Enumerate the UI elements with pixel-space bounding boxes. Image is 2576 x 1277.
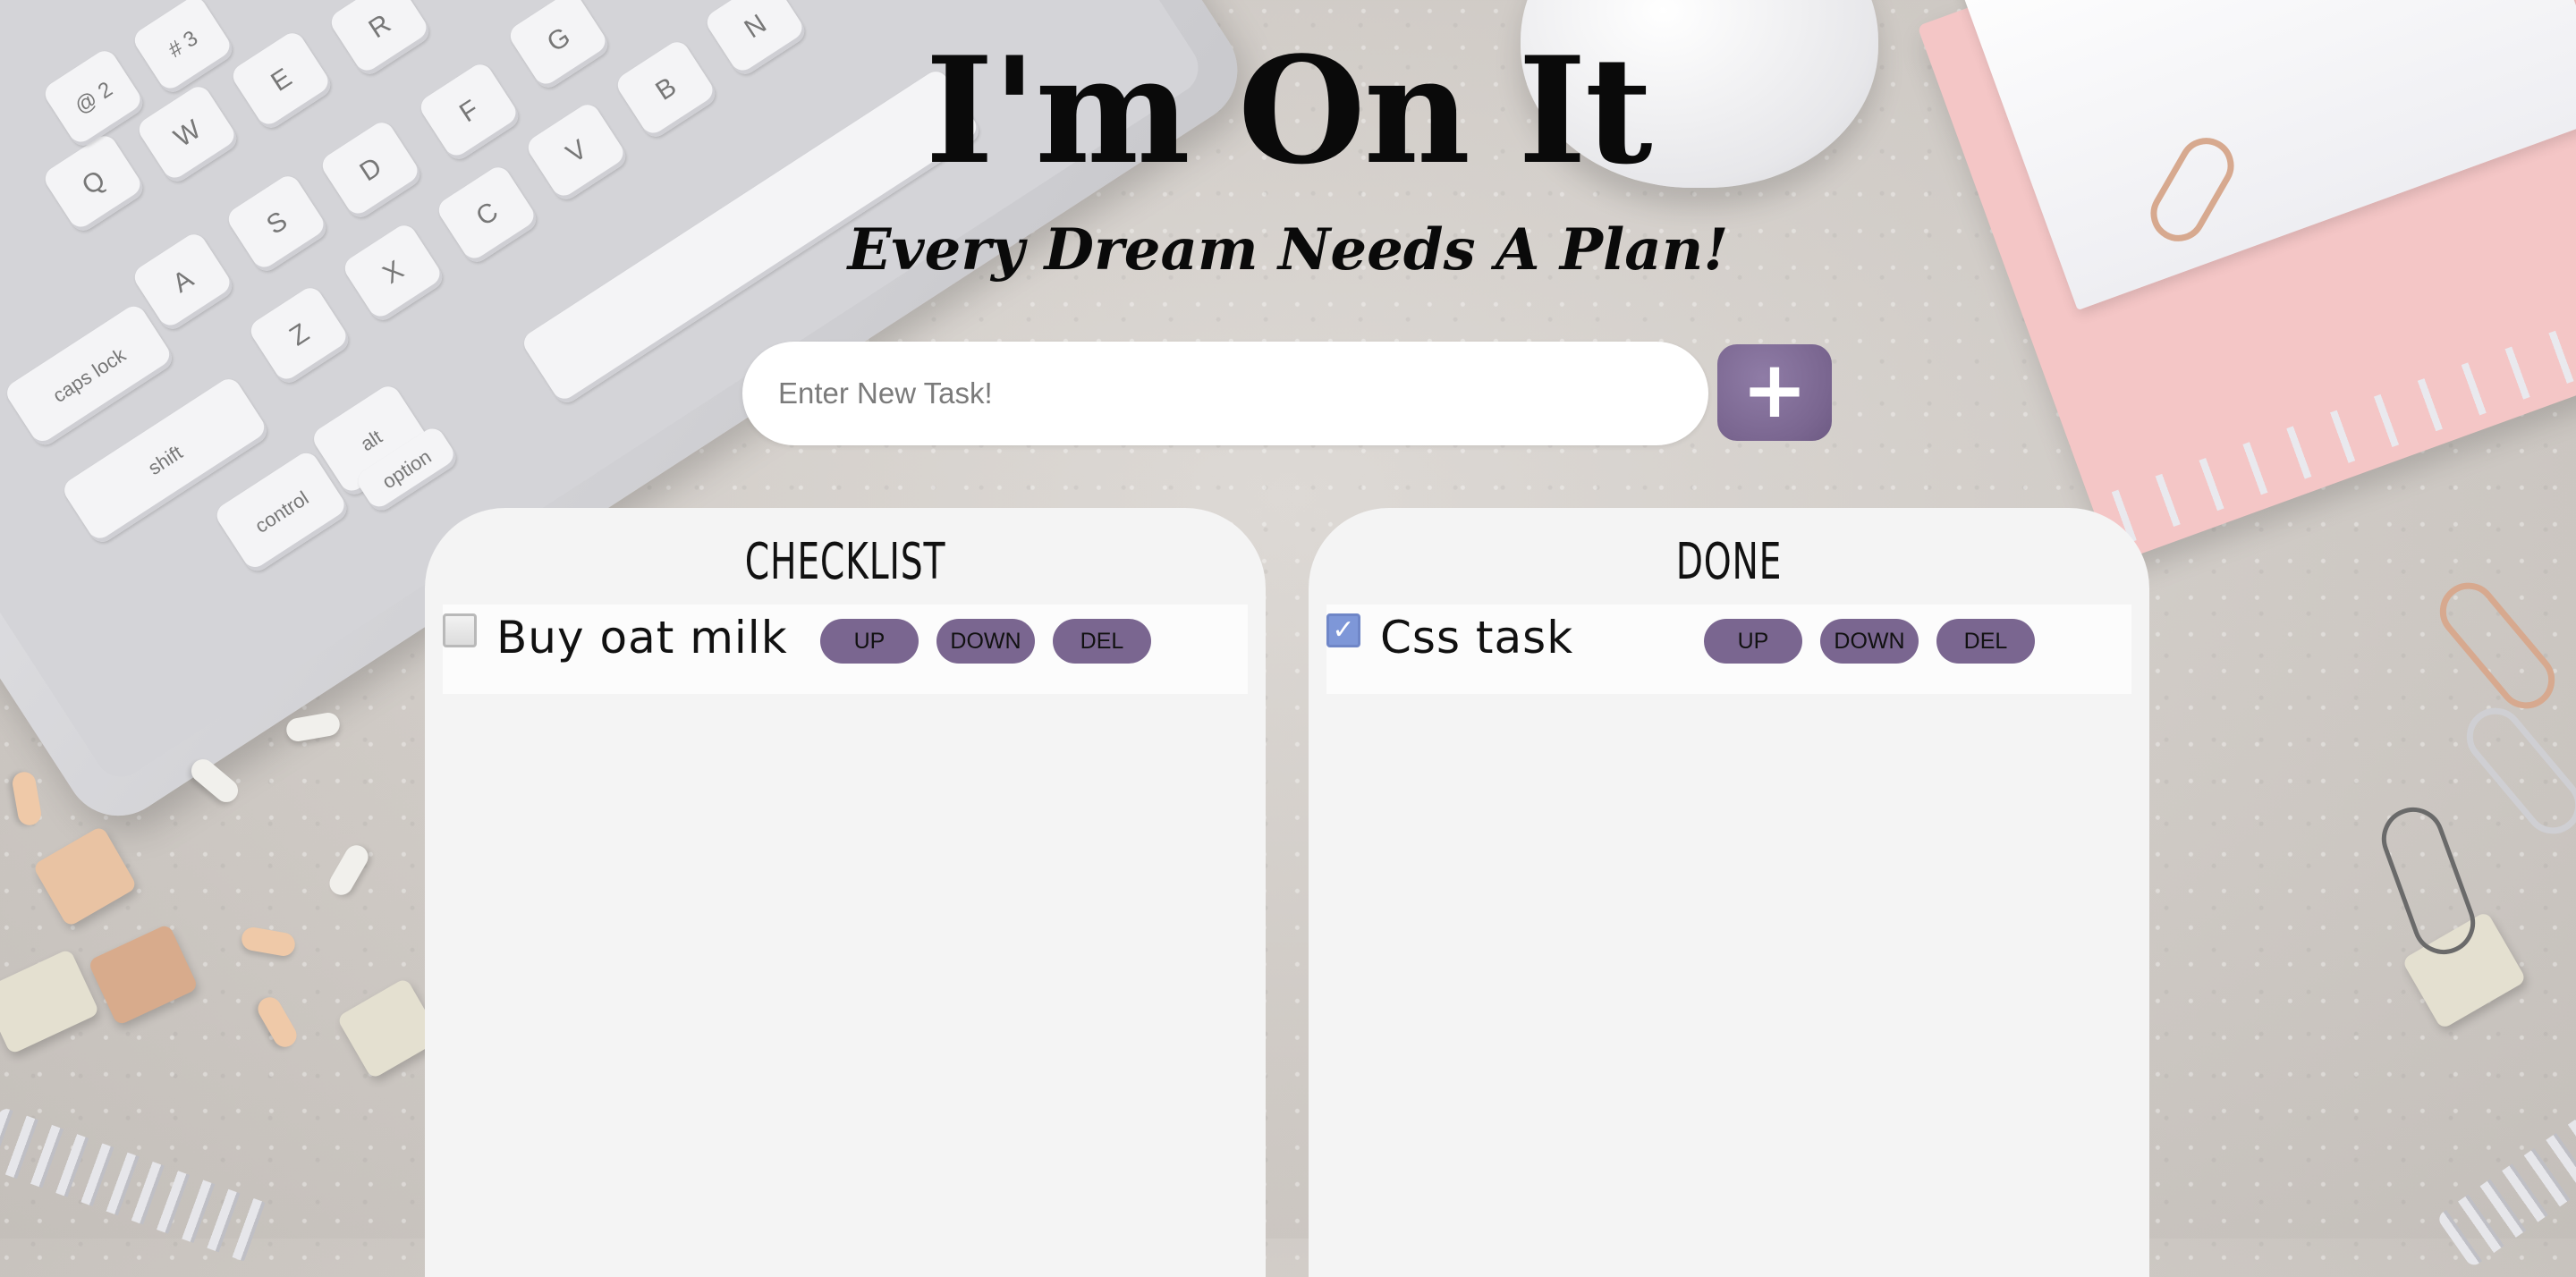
binder-clip-icon: [32, 825, 138, 928]
new-task-input[interactable]: [742, 342, 1708, 445]
checklist-title: CHECKLIST: [744, 533, 946, 591]
app-subtitle: Every Dream Needs A Plan!: [847, 216, 1729, 283]
notebook-spiral: [2089, 267, 2576, 551]
pushpin-icon: [284, 710, 342, 744]
pushpin-icon: [10, 770, 44, 827]
move-down-button[interactable]: DOWN: [936, 619, 1035, 664]
move-up-button[interactable]: UP: [1704, 619, 1802, 664]
pushpin-icon: [253, 993, 301, 1052]
delete-button[interactable]: DEL: [1053, 619, 1151, 664]
checkmark-icon: ✓: [1332, 614, 1355, 646]
task-text: Css task: [1380, 612, 1574, 664]
spiral-pad-icon: [2436, 1083, 2576, 1269]
paperclip-icon: [2428, 571, 2567, 721]
move-up-button[interactable]: UP: [820, 619, 919, 664]
binder-clip-icon: [87, 923, 199, 1027]
task-row: Buy oat milk UP DOWN DEL: [443, 605, 1248, 694]
spiral-pad-icon: [0, 1106, 271, 1264]
binder-clip-icon: [0, 948, 100, 1055]
add-task-button[interactable]: +: [1717, 344, 1832, 441]
task-checkbox[interactable]: ✓: [1326, 613, 1360, 647]
delete-button[interactable]: DEL: [1936, 619, 2035, 664]
task-row: ✓ Css task UP DOWN DEL: [1326, 605, 2131, 694]
paperclip-icon: [2454, 696, 2576, 846]
checklist-panel: CHECKLIST Buy oat milk UP DOWN DEL: [425, 508, 1266, 1277]
binder-clip-wire: [2373, 799, 2484, 963]
task-text: Buy oat milk: [496, 612, 788, 664]
plus-icon: +: [1741, 343, 1808, 436]
pushpin-icon: [325, 841, 373, 900]
done-panel: DONE ✓ Css task UP DOWN DEL: [1309, 508, 2149, 1277]
app-title: I'm On It: [925, 24, 1652, 197]
pushpin-icon: [240, 925, 297, 959]
task-checkbox[interactable]: [443, 613, 477, 647]
done-title: DONE: [1675, 533, 1783, 591]
move-down-button[interactable]: DOWN: [1820, 619, 1919, 664]
